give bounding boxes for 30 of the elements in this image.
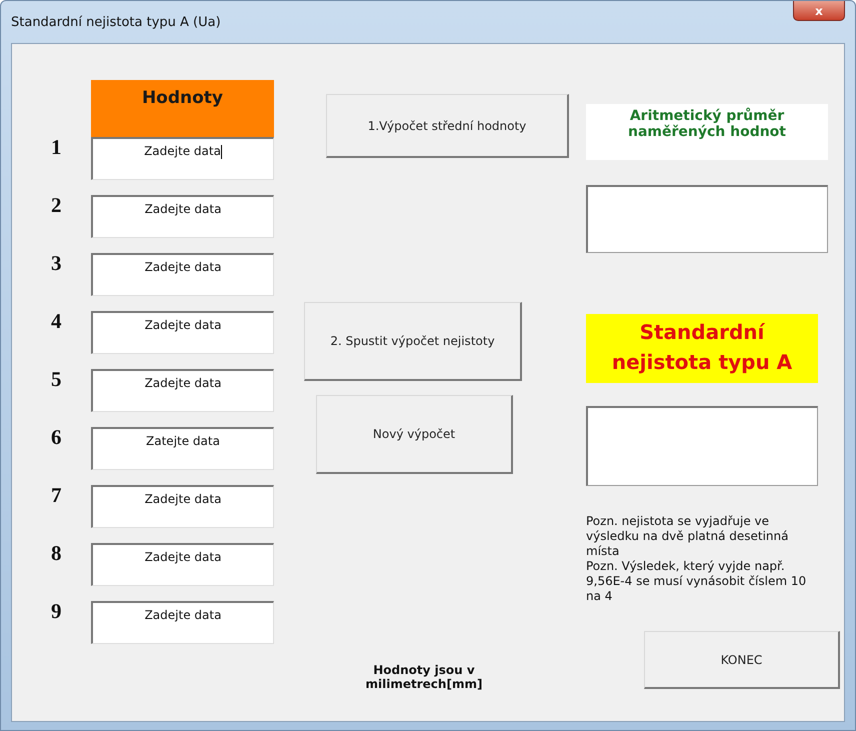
row-number: 2 [50,195,62,215]
row-number: 9 [50,601,62,621]
input-field[interactable]: Zatejte data [91,427,274,470]
values-header: Hodnoty [91,80,274,137]
input-field[interactable]: Zadejte data [91,601,274,644]
new-calculation-button[interactable]: Nový výpočet [316,395,513,474]
input-field[interactable]: Zadejte data [91,137,274,180]
row-number: 1 [50,137,62,157]
mean-label: Aritmetický průměr naměřených hodnot [586,104,828,160]
input-field[interactable]: Zadejte data [91,195,274,238]
row-number: 6 [50,427,62,447]
row-number: 8 [50,543,62,563]
row-number: 5 [50,369,62,389]
input-field[interactable]: Zadejte data [91,543,274,586]
uncertainty-label: Standardní nejistota typu A [586,314,818,383]
units-label: Hodnoty jsou v milimetrech[mm] [364,663,484,691]
input-field[interactable]: Zadejte data [91,369,274,412]
input-field[interactable]: Zadejte data [91,485,274,528]
end-button[interactable]: KONEC [644,631,840,689]
row-number: 3 [50,253,62,273]
mean-button[interactable]: 1.Výpočet střední hodnoty [326,94,569,158]
uncertainty-button[interactable]: 2. Spustit výpočet nejistoty [304,302,522,381]
input-field[interactable]: Zadejte data [91,253,274,296]
row-number: 4 [50,311,62,331]
uncertainty-output-field[interactable] [586,406,818,486]
mean-output-field[interactable] [586,185,828,253]
note-text: Pozn. nejistota se vyjadřuje ve výsledku na dvě platná desetinná místa Pozn. Výsledek, který vyjde např. 9,56E-4 se musí vynásobit číslem 10 na 4 [586,514,808,604]
row-number: 7 [50,485,62,505]
input-field[interactable]: Zadejte data [91,311,274,354]
window-title: Standardní nejistota typu A (Ua) [11,14,221,30]
